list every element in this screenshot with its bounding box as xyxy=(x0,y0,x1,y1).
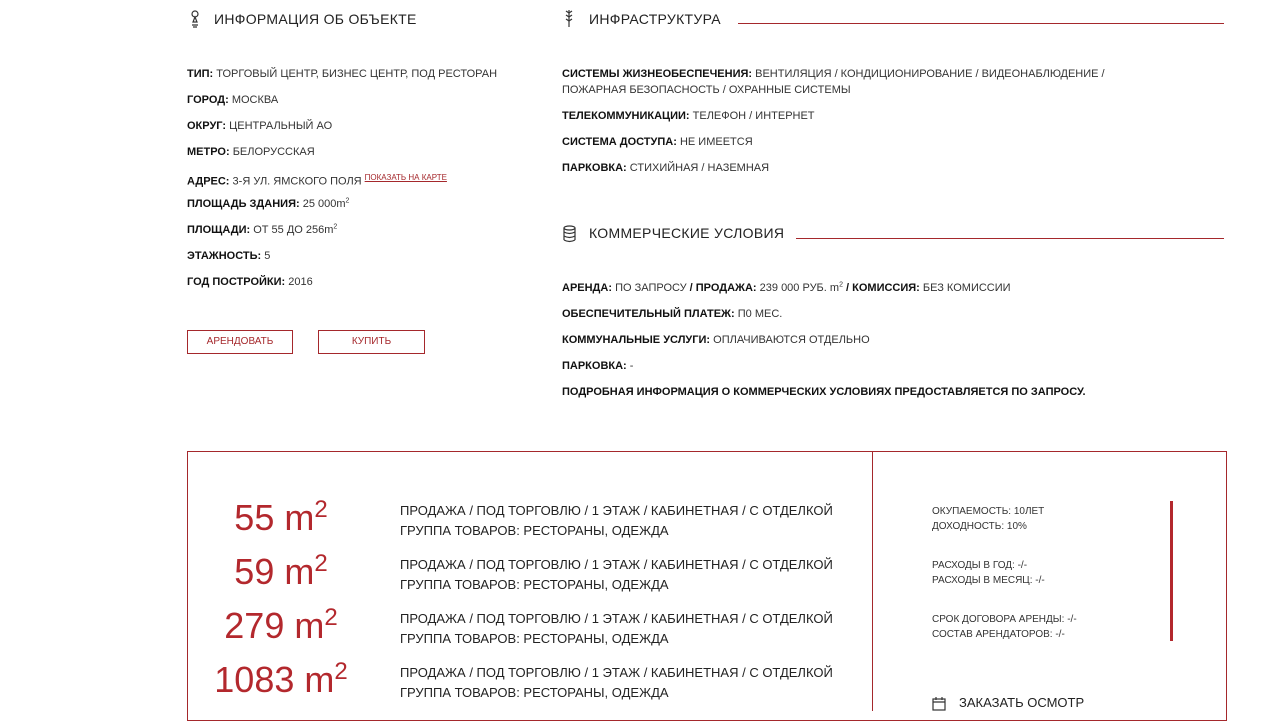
stats-accent-bar xyxy=(1170,501,1173,641)
order-view-link[interactable]: ЗАКАЗАТЬ ОСМОТР xyxy=(959,695,1084,710)
field-city: ГОРОД: МОСКВА xyxy=(187,94,279,106)
offer-description[interactable]: ПРОДАЖА / ПОД ТОРГОВЛЮ / 1 ЭТАЖ / КАБИНЕ… xyxy=(400,501,833,541)
show-on-map-link[interactable]: ПОКАЗАТЬ НА КАРТЕ xyxy=(365,173,447,182)
commercial-title-rule xyxy=(796,238,1224,239)
field-building-area: ПЛОЩАДЬ ЗДАНИЯ: 25 000m2 xyxy=(187,197,350,210)
commercial-note: ПОДРОБНАЯ ИНФОРМАЦИЯ О КОММЕРЧЕСКИХ УСЛО… xyxy=(562,386,1086,398)
field-metro: МЕТРО: БЕЛОРУССКАЯ xyxy=(187,146,315,158)
infra-title-rule xyxy=(738,23,1224,24)
info-section-title: ИНФОРМАЦИЯ ОБ ОБЪЕКТЕ xyxy=(214,11,417,27)
rent-button[interactable]: АРЕНДОВАТЬ xyxy=(187,330,293,354)
stat-payback-yield: ОКУПАЕМОСТЬ: 10ЛЕТ ДОХОДНОСТЬ: 10% xyxy=(932,506,1045,532)
wheat-icon xyxy=(565,10,573,27)
field-rent-sale-commission: АРЕНДА: ПО ЗАПРОСУ / ПРОДАЖА: 239 000 РУ… xyxy=(562,281,1011,294)
stat-expenses: РАСХОДЫ В ГОД: -/- РАСХОДЫ В МЕСЯЦ: -/- xyxy=(932,560,1045,586)
offer-area[interactable]: 59 m2 xyxy=(186,552,376,592)
field-year-built: ГОД ПОСТРОЙКИ: 2016 xyxy=(187,276,313,288)
offers-panel-divider xyxy=(872,451,873,711)
field-utilities: КОММУНАЛЬНЫЕ УСЛУГИ: ОПЛАЧИВАЮТСЯ ОТДЕЛЬ… xyxy=(562,334,870,346)
buy-button[interactable]: КУПИТЬ xyxy=(318,330,425,354)
commercial-section-title: КОММЕРЧЕСКИЕ УСЛОВИЯ xyxy=(589,225,785,241)
pin-icon xyxy=(191,10,199,28)
field-commercial-parking: ПАРКОВКА: - xyxy=(562,360,634,372)
field-floors: ЭТАЖНОСТЬ: 5 xyxy=(187,250,271,262)
field-life-support: СИСТЕМЫ ЖИЗНЕОБЕСПЕЧЕНИЯ: ВЕНТИЛЯЦИЯ / К… xyxy=(562,68,1105,80)
field-life-support-cont: ПОЖАРНАЯ БЕЗОПАСНОСТЬ / ОХРАННЫЕ СИСТЕМЫ xyxy=(562,84,851,96)
calendar-icon xyxy=(932,697,946,711)
field-areas: ПЛОЩАДИ: ОТ 55 ДО 256m2 xyxy=(187,223,338,236)
offer-area[interactable]: 279 m2 xyxy=(186,606,376,646)
field-address: АДРЕС: 3-Я УЛ. ЯМСКОГО ПОЛЯ ПОКАЗАТЬ НА К… xyxy=(187,173,447,188)
field-security-deposit: ОБЕСПЕЧИТЕЛЬНЫЙ ПЛАТЕЖ: П0 МЕС. xyxy=(562,308,783,320)
offer-description[interactable]: ПРОДАЖА / ПОД ТОРГОВЛЮ / 1 ЭТАЖ / КАБИНЕ… xyxy=(400,555,833,595)
field-district: ОКРУГ: ЦЕНТРАЛЬНЫЙ АО xyxy=(187,120,333,132)
field-telecom: ТЕЛЕКОММУНИКАЦИИ: ТЕЛЕФОН / ИНТЕРНЕТ xyxy=(562,110,815,122)
coins-icon xyxy=(563,225,576,243)
field-access-system: СИСТЕМА ДОСТУПА: НЕ ИМЕЕТСЯ xyxy=(562,136,753,148)
offer-area[interactable]: 1083 m2 xyxy=(186,660,376,700)
field-type: ТИП: ТОРГОВЫЙ ЦЕНТР, БИЗНЕС ЦЕНТР, ПОД Р… xyxy=(187,68,498,80)
offer-description[interactable]: ПРОДАЖА / ПОД ТОРГОВЛЮ / 1 ЭТАЖ / КАБИНЕ… xyxy=(400,609,833,649)
offer-area[interactable]: 55 m2 xyxy=(186,498,376,538)
stat-lease: СРОК ДОГОВОРА АРЕНДЫ: -/- СОСТАВ АРЕНДАТО… xyxy=(932,614,1077,640)
field-parking: ПАРКОВКА: СТИХИЙНАЯ / НАЗЕМНАЯ xyxy=(562,162,770,174)
offer-description[interactable]: ПРОДАЖА / ПОД ТОРГОВЛЮ / 1 ЭТАЖ / КАБИНЕ… xyxy=(400,663,833,703)
infra-section-title: ИНФРАСТРУКТУРА xyxy=(589,11,721,27)
